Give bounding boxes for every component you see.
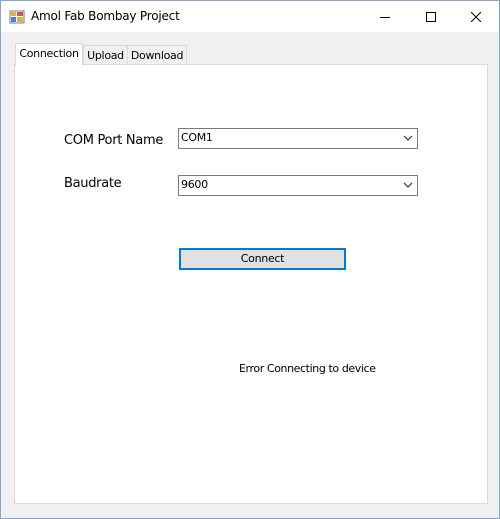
maximize-button[interactable] [408,1,454,32]
status-message: Error Connecting to device [239,362,376,375]
connect-button[interactable]: Connect [179,248,346,270]
baudrate-value: 9600 [181,178,208,191]
close-button[interactable] [453,1,499,32]
connection-tab-panel: COM Port Name COM1 Baudrate 9600 Connect… [14,64,488,504]
chevron-down-icon [403,182,413,188]
com-port-label: COM Port Name [64,133,164,148]
tab-upload[interactable]: Upload [83,45,128,65]
app-window: Amol Fab Bombay Project Connection Uploa… [0,0,500,519]
tab-connection[interactable]: Connection [15,43,83,66]
close-icon [471,11,481,22]
baudrate-select[interactable]: 9600 [178,175,418,196]
com-port-value: COM1 [181,131,213,144]
baudrate-label: Baudrate [64,176,122,191]
title-bar[interactable]: Amol Fab Bombay Project [1,1,499,32]
com-port-select[interactable]: COM1 [178,128,418,149]
window-app-icon [9,10,25,24]
minimize-icon [380,16,390,18]
minimize-button[interactable] [362,1,408,32]
window-title: Amol Fab Bombay Project [31,9,180,23]
tab-download[interactable]: Download [127,45,187,65]
maximize-icon [426,11,436,22]
chevron-down-icon [403,135,413,141]
